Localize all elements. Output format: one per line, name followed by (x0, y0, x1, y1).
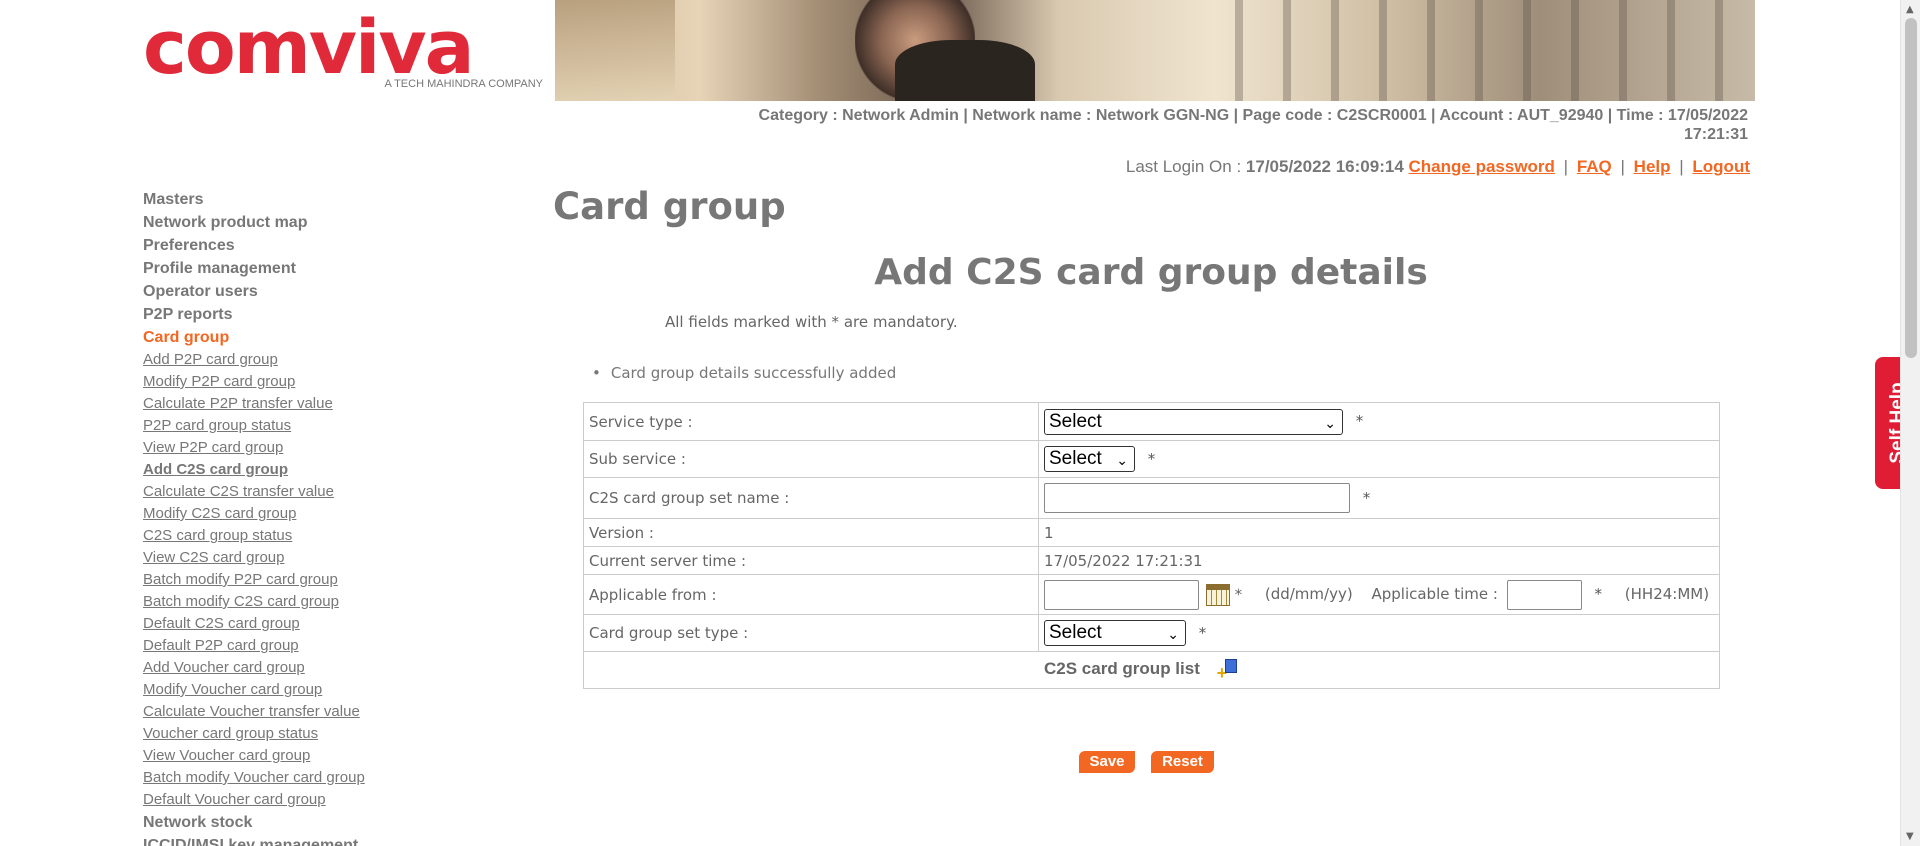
applicable-from-input[interactable] (1044, 579, 1199, 610)
sidebar-section-network-stock[interactable]: Network stock (143, 811, 443, 834)
chevron-down-icon: ⌄ (1116, 452, 1128, 468)
logo-text: comviva (143, 5, 475, 91)
required-marker: * (1147, 449, 1156, 468)
add-list-icon[interactable]: + (1217, 659, 1239, 682)
sidebar-link-c2s-card-group-status[interactable]: C2S card group status (143, 525, 443, 547)
sidebar-link-calculate-voucher-transfer-value[interactable]: Calculate Voucher transfer value (143, 701, 443, 723)
required-marker: * (1594, 585, 1603, 603)
form-row-set-type: Card group set type : Select ⌄ * (583, 614, 1720, 652)
logo-tagline: A TECH MAHINDRA COMPANY (384, 78, 543, 90)
last-login-value: 17/05/2022 16:09:14 (1245, 157, 1404, 176)
scrollbar-thumb[interactable] (1905, 18, 1917, 358)
sidebar-link-default-c2s-card-group[interactable]: Default C2S card group (143, 613, 443, 635)
date-format-hint: (dd/mm/yy) (1264, 585, 1353, 603)
set-name-input[interactable] (1044, 483, 1350, 513)
sidebar-link-view-c2s-card-group[interactable]: View C2S card group (143, 547, 443, 569)
sidebar-section-iccid-imsi-key-management[interactable]: ICCID/IMSI key management (143, 834, 443, 846)
form-row-sub-service: Sub service : Select ⌄ * (583, 440, 1720, 478)
form-row-server-time: Current server time : 17/05/2022 17:21:3… (583, 546, 1720, 575)
save-button[interactable]: Save (1079, 751, 1135, 773)
sidebar-link-batch-modify-c2s-card-group[interactable]: Batch modify C2S card group (143, 591, 443, 613)
card-group-form: Service type : Select ⌄ * Sub service : … (583, 402, 1720, 689)
form-title: Add C2S card group details (874, 252, 1428, 293)
sidebar-section-p2p-reports[interactable]: P2P reports (143, 303, 443, 326)
session-info-line: Category : Network Admin | Network name … (758, 107, 1748, 124)
sidebar-section-masters[interactable]: Masters (143, 188, 443, 211)
sidebar-section-card-group[interactable]: Card group (143, 326, 443, 349)
reset-button[interactable]: Reset (1151, 751, 1214, 773)
applicable-time-label: Applicable time : (1371, 585, 1498, 603)
time-format-hint: (HH24:MM) (1624, 585, 1710, 603)
header-banner-image (555, 0, 1755, 101)
set-type-select[interactable]: Select ⌄ (1044, 620, 1186, 646)
session-info-time: 17:21:31 (1683, 126, 1748, 143)
scroll-up-icon[interactable]: ▲ (1906, 4, 1914, 15)
sidebar-link-add-p2p-card-group[interactable]: Add P2P card group (143, 349, 443, 371)
form-row-set-name: C2S card group set name : * (583, 477, 1720, 519)
sub-service-label: Sub service : (583, 440, 1039, 478)
required-marker: * (1198, 623, 1207, 642)
help-link[interactable]: Help (1634, 157, 1671, 176)
sub-service-select[interactable]: Select ⌄ (1044, 446, 1135, 472)
logout-link[interactable]: Logout (1692, 157, 1750, 176)
applicable-from-label: Applicable from : (583, 574, 1039, 615)
sidebar-link-batch-modify-voucher-card-group[interactable]: Batch modify Voucher card group (143, 767, 443, 789)
version-label: Version : (583, 518, 1039, 547)
sidebar-link-calculate-p2p-transfer-value[interactable]: Calculate P2P transfer value (143, 393, 443, 415)
session-info: Category : Network Admin | Network name … (648, 106, 1748, 144)
service-type-select[interactable]: Select ⌄ (1044, 408, 1343, 435)
faq-link[interactable]: FAQ (1577, 157, 1612, 176)
required-marker: * (1362, 488, 1371, 507)
mandatory-note: All fields marked with * are mandatory. (665, 313, 958, 331)
version-value: 1 (1038, 518, 1720, 547)
calendar-icon[interactable] (1205, 583, 1230, 606)
comviva-logo: comviva A TECH MAHINDRA COMPANY (143, 8, 545, 98)
sidebar-link-default-p2p-card-group[interactable]: Default P2P card group (143, 635, 443, 657)
service-type-label: Service type : (583, 402, 1039, 441)
sidebar-link-p2p-card-group-status[interactable]: P2P card group status (143, 415, 443, 437)
form-row-version: Version : 1 (583, 518, 1720, 547)
sidebar-link-view-p2p-card-group[interactable]: View P2P card group (143, 437, 443, 459)
chevron-down-icon: ⌄ (1324, 414, 1336, 431)
sidebar-link-modify-c2s-card-group[interactable]: Modify C2S card group (143, 503, 443, 525)
sidebar-link-default-voucher-card-group[interactable]: Default Voucher card group (143, 789, 443, 811)
card-group-list-label: C2S card group list + (1044, 659, 1239, 682)
chevron-down-icon: ⌄ (1167, 626, 1179, 642)
required-marker: * (1355, 412, 1364, 430)
set-type-label: Card group set type : (583, 614, 1039, 652)
last-login-bar: Last Login On : 17/05/2022 16:09:14 Chan… (1125, 157, 1750, 176)
sidebar-link-view-voucher-card-group[interactable]: View Voucher card group (143, 745, 443, 767)
sidebar-link-modify-p2p-card-group[interactable]: Modify P2P card group (143, 371, 443, 393)
scroll-down-icon[interactable]: ▼ (1906, 831, 1914, 842)
page-title: Card group (553, 185, 786, 228)
sidebar-link-add-voucher-card-group[interactable]: Add Voucher card group (143, 657, 443, 679)
server-time-value: 17/05/2022 17:21:31 (1038, 546, 1720, 575)
sidebar-link-voucher-card-group-status[interactable]: Voucher card group status (143, 723, 443, 745)
sidebar-link-batch-modify-p2p-card-group[interactable]: Batch modify P2P card group (143, 569, 443, 591)
last-login-label: Last Login On : (1125, 157, 1242, 176)
server-time-label: Current server time : (583, 546, 1039, 575)
sidebar-link-calculate-c2s-transfer-value[interactable]: Calculate C2S transfer value (143, 481, 443, 503)
sidebar-section-network-product-map[interactable]: Network product map (143, 211, 443, 234)
form-row-applicable-from: Applicable from : * (dd/mm/yy) Applicabl… (583, 574, 1720, 615)
set-name-label: C2S card group set name : (583, 477, 1039, 519)
applicable-time-input[interactable] (1506, 579, 1582, 610)
change-password-link[interactable]: Change password (1409, 157, 1555, 176)
sidebar-link-modify-voucher-card-group[interactable]: Modify Voucher card group (143, 679, 443, 701)
sidebar-link-add-c2s-card-group[interactable]: Add C2S card group (143, 459, 443, 481)
required-marker: * (1234, 585, 1243, 603)
form-row-service-type: Service type : Select ⌄ * (583, 402, 1720, 441)
page-scrollbar[interactable]: ▲ ▼ (1900, 0, 1920, 846)
form-row-card-group-list: C2S card group list + (583, 651, 1720, 689)
success-message: Card group details successfully added (592, 364, 896, 382)
